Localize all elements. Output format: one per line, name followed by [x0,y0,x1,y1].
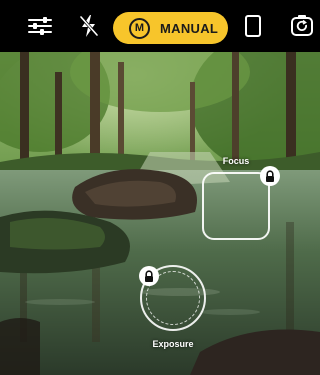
lock-icon [266,169,274,182]
mode-badge: M [129,17,150,39]
aspect-ratio-button[interactable] [238,0,268,52]
camera-screen: M MANUAL Focus Exposure [0,0,320,375]
mode-label: MANUAL [160,20,219,36]
aspect-ratio-icon [245,15,261,37]
camera-flip-button[interactable] [284,0,320,52]
mode-selector[interactable]: M MANUAL [113,12,228,44]
sliders-icon [28,17,52,35]
exposure-label: Exposure [152,339,194,349]
lock-icon [145,269,153,282]
flash-toggle[interactable] [74,0,104,52]
focus-label: Focus [222,156,250,166]
top-toolbar: M MANUAL [0,0,320,52]
exposure-lock-button[interactable] [139,266,159,286]
focus-reticle[interactable] [202,172,270,240]
settings-button[interactable] [22,0,58,52]
camera-flip-icon [291,15,313,36]
focus-lock-button[interactable] [260,166,280,186]
flash-off-icon [79,15,99,37]
